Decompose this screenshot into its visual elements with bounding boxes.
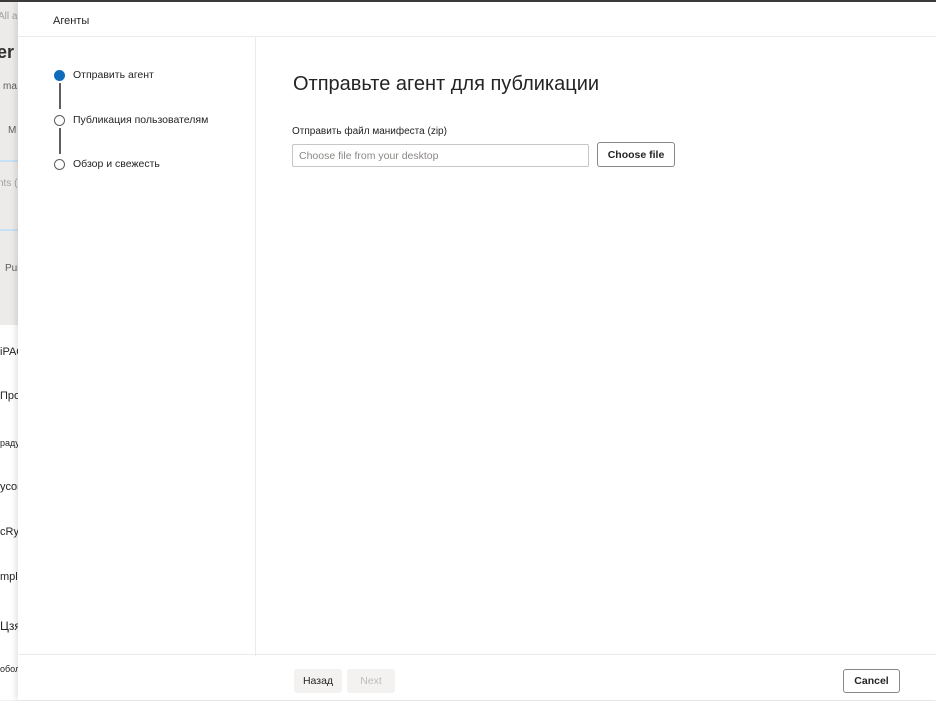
step-publish-users[interactable]: Публикация пользователям [54, 114, 208, 126]
choose-file-button[interactable]: Choose file [597, 142, 675, 167]
cancel-button[interactable]: Cancel [843, 669, 900, 693]
panel-header: Агенты [18, 2, 936, 37]
submit-agent-panel: Агенты Отправить агент Публикация пользо… [18, 2, 936, 700]
wizard-content: Отправьте агент для публикации Отправить… [256, 37, 936, 656]
bg-fragment-m: M [8, 125, 17, 136]
window-top-border [0, 0, 936, 2]
bg-divider [0, 160, 18, 162]
panel-title: Агенты [53, 15, 90, 27]
bg-fragment-all: All a [0, 11, 18, 22]
next-button[interactable]: Next [347, 669, 395, 693]
step-label: Отправить агент [73, 69, 154, 81]
bg-fragment-title: er [0, 42, 15, 62]
step-label: Обзор и свежесть [73, 158, 160, 170]
step-pending-indicator-icon [54, 114, 65, 126]
step-connector [59, 128, 61, 154]
step-label: Публикация пользователям [73, 114, 209, 126]
step-pending-indicator-icon [54, 158, 65, 170]
bg-fragment-ma: ma [3, 81, 17, 92]
bg-fragment-pub: Pub [5, 263, 18, 274]
step-submit-agent[interactable]: Отправить агент [54, 69, 154, 81]
manifest-field-label: Отправить файл манифеста (zip) [292, 126, 447, 137]
background-page: All a er ma M nts ( Pub [0, 0, 18, 700]
manifest-file-input[interactable] [292, 144, 589, 167]
wizard-steps: Отправить агент Публикация пользователям… [18, 37, 256, 656]
page-title: Отправьте агент для публикации [293, 73, 600, 95]
panel-footer: Назад Next Cancel [18, 654, 936, 701]
bg-divider [0, 229, 18, 231]
bg-list-column [0, 325, 18, 700]
step-review[interactable]: Обзор и свежесть [54, 158, 160, 170]
back-button[interactable]: Назад [294, 669, 342, 693]
step-active-indicator-icon [54, 69, 65, 81]
bg-fragment-nts: nts ( [0, 178, 18, 189]
step-connector [59, 83, 61, 109]
